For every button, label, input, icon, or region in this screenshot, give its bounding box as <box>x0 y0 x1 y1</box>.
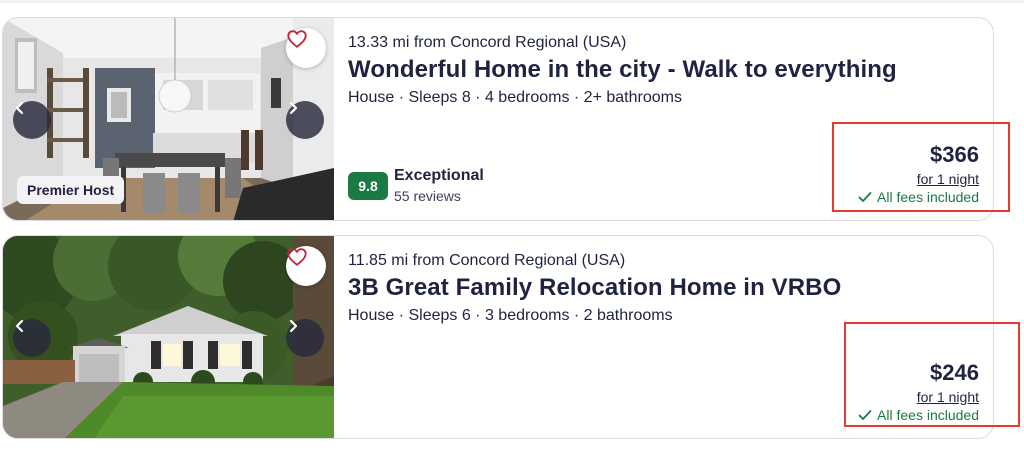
listing-title[interactable]: 3B Great Family Relocation Home in VRBO <box>348 274 841 302</box>
listing-details: House · Sleeps 8 · 4 bedrooms · 2+ bathr… <box>348 89 682 106</box>
listing-card[interactable]: Premier Host 13.33 mi from Concord Regio… <box>2 17 994 221</box>
chevron-left-icon <box>15 101 24 115</box>
next-photo-button[interactable] <box>286 101 324 139</box>
chevron-right-icon <box>289 101 298 115</box>
chevron-left-icon <box>15 319 24 333</box>
heart-icon <box>287 30 307 48</box>
fees-included-label: All fees included <box>877 189 979 205</box>
next-photo-button[interactable] <box>286 319 324 357</box>
rating-label: Exceptional <box>394 167 484 184</box>
listing-rating: 9.8 Exceptional 55 reviews <box>348 167 484 205</box>
checkmark-icon <box>858 192 872 202</box>
listing-distance: 13.33 mi from Concord Regional (USA) <box>348 34 627 51</box>
listing-title[interactable]: Wonderful Home in the city - Walk to eve… <box>348 56 897 84</box>
fees-included: All fees included <box>858 188 979 206</box>
listing-details: House · Sleeps 6 · 3 bedrooms · 2 bathro… <box>348 307 673 324</box>
checkmark-icon <box>858 410 872 420</box>
top-divider <box>0 0 1024 3</box>
price-block: $366 for 1 night All fees included <box>858 142 979 206</box>
listing-price: $366 <box>930 142 979 167</box>
previous-photo-button[interactable] <box>13 319 51 357</box>
favorite-button[interactable] <box>286 246 326 286</box>
listing-photo-interior[interactable]: Premier Host <box>3 18 334 220</box>
fees-included: All fees included <box>858 406 979 424</box>
listing-distance: 11.85 mi from Concord Regional (USA) <box>348 252 626 269</box>
price-block: $246 for 1 night All fees included <box>858 360 979 424</box>
listing-info: 11.85 mi from Concord Regional (USA) 3B … <box>348 236 993 438</box>
favorite-button[interactable] <box>286 28 326 68</box>
listing-card[interactable]: 11.85 mi from Concord Regional (USA) 3B … <box>2 235 994 439</box>
listing-price: $246 <box>930 360 979 385</box>
premier-host-badge: Premier Host <box>17 176 125 204</box>
review-count: 55 reviews <box>394 188 461 204</box>
heart-icon <box>287 248 307 266</box>
price-period-link[interactable]: for 1 night <box>858 170 979 188</box>
listing-info: 13.33 mi from Concord Regional (USA) Won… <box>348 18 993 220</box>
exterior-photo-image <box>3 236 334 438</box>
fees-included-label: All fees included <box>877 407 979 423</box>
chevron-right-icon <box>289 319 298 333</box>
price-period-link[interactable]: for 1 night <box>858 388 979 406</box>
listing-photo-exterior[interactable] <box>3 236 334 438</box>
previous-photo-button[interactable] <box>13 101 51 139</box>
rating-score-badge: 9.8 <box>348 172 388 200</box>
